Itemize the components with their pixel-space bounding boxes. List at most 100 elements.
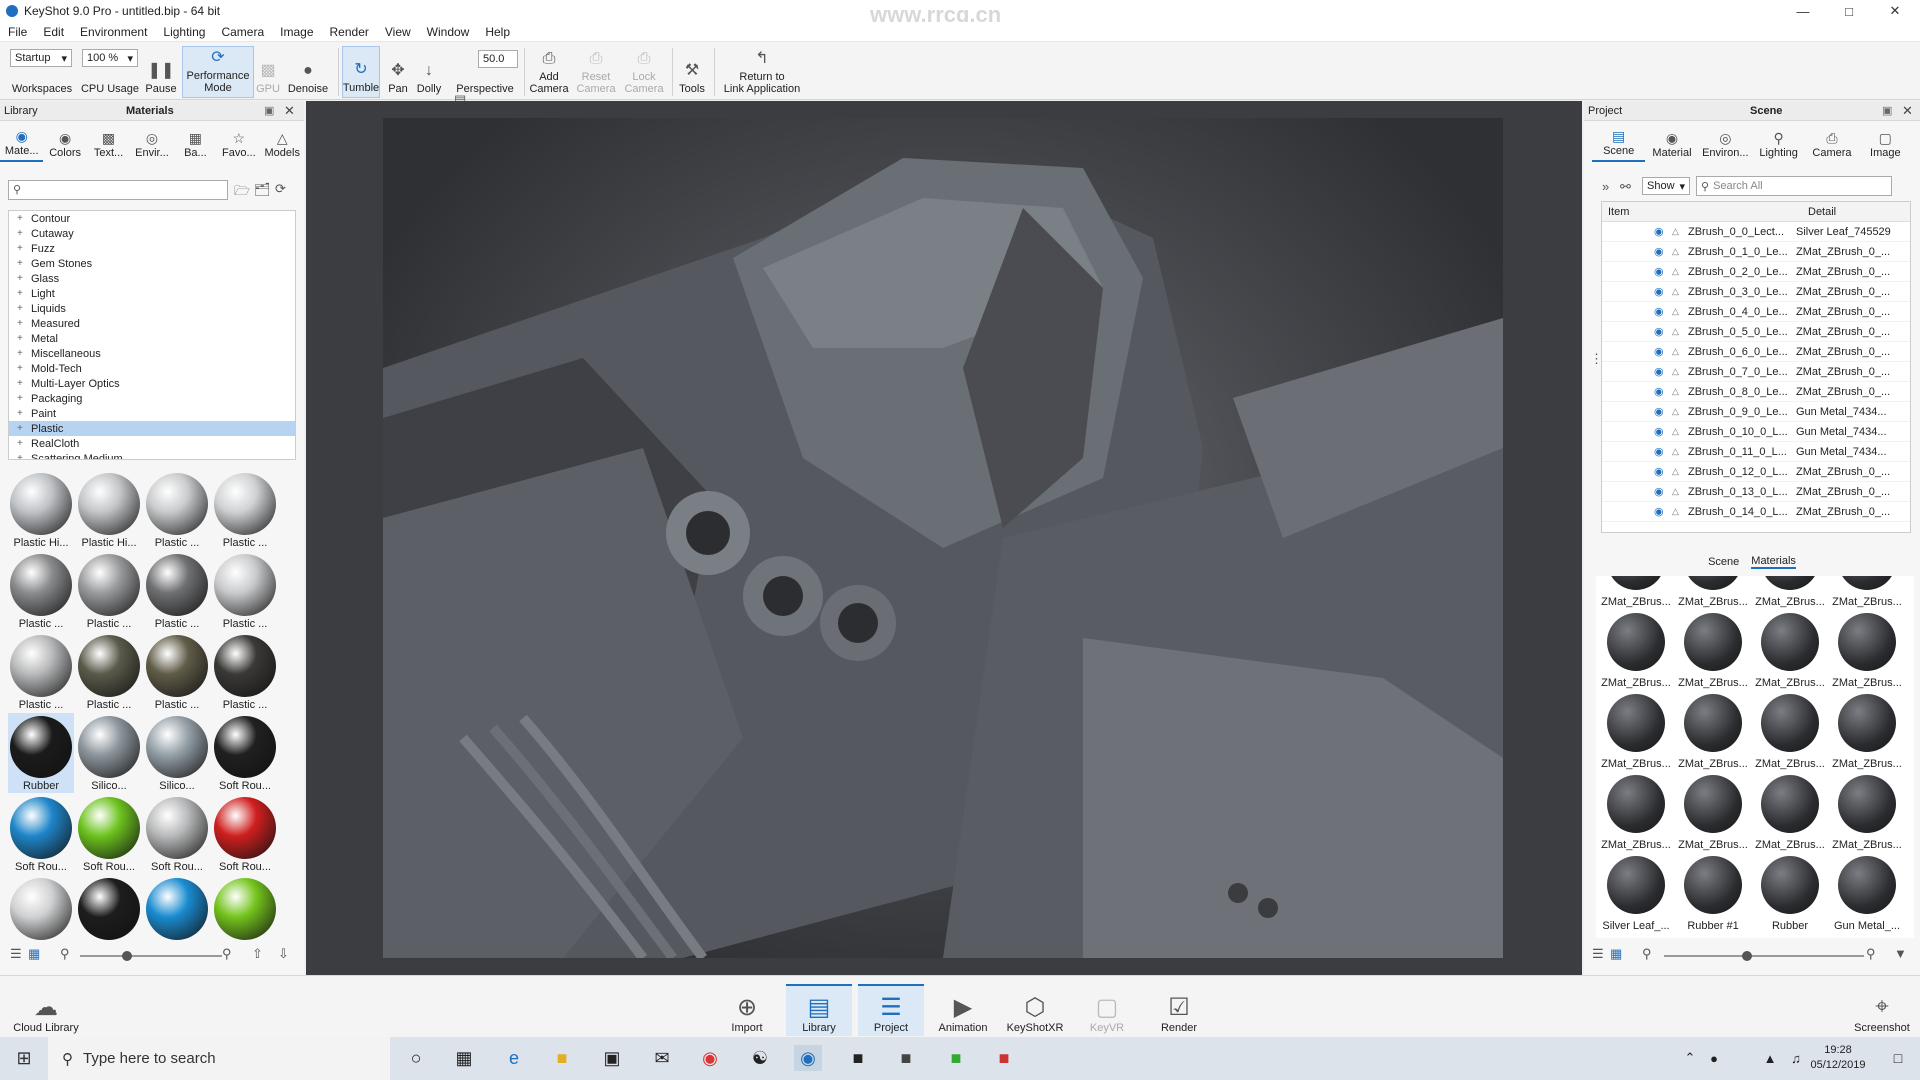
- zoom-out-icon[interactable]: ⚲: [1642, 946, 1652, 962]
- material-thumbnail[interactable]: Plastic ...: [212, 632, 278, 712]
- library-search-input[interactable]: ⚲: [8, 180, 228, 200]
- microphone-icon[interactable]: ●: [1700, 1045, 1728, 1071]
- menu-camera[interactable]: Camera: [213, 25, 272, 39]
- tree-item[interactable]: Contour: [9, 211, 295, 226]
- windows-start-icon[interactable]: ⊞: [10, 1045, 38, 1071]
- material-thumbnail[interactable]: Plastic ...: [8, 632, 74, 712]
- visibility-eye-icon[interactable]: ◉: [1654, 425, 1668, 438]
- mail-icon[interactable]: ✉: [648, 1045, 676, 1071]
- scene-material-thumbnail[interactable]: ZMat_ZBrus...: [1675, 613, 1751, 693]
- filter-icon[interactable]: ⚯: [1620, 179, 1631, 195]
- show-dropdown[interactable]: Show ▾: [1642, 177, 1690, 195]
- tree-item[interactable]: Paint: [9, 406, 295, 421]
- visibility-eye-icon[interactable]: ◉: [1654, 485, 1668, 498]
- tab-backplates[interactable]: ▦ Ba...: [174, 122, 217, 162]
- maximize-button[interactable]: □: [1826, 0, 1872, 22]
- zoom-in-icon[interactable]: ⚲: [222, 946, 232, 962]
- material-thumbnail[interactable]: [76, 875, 142, 940]
- float-icon[interactable]: ▣: [264, 104, 274, 117]
- material-thumbnail[interactable]: Soft Rou...: [76, 794, 142, 874]
- tab-environments[interactable]: ◎ Envir...: [130, 122, 173, 162]
- table-row[interactable]: ◉ △ ZBrush_0_13_0_L... ZMat_ZBrush_0_...: [1602, 482, 1910, 502]
- pan-button[interactable]: ✥ Pan: [384, 46, 412, 98]
- tree-item[interactable]: Measured: [9, 316, 295, 331]
- filter-icon[interactable]: ▼: [1894, 946, 1907, 961]
- scene-material-thumbnail[interactable]: ZMat_ZBrus...: [1598, 576, 1674, 612]
- folder-open-icon[interactable]: 🗂: [254, 182, 271, 198]
- material-thumbnail[interactable]: Plastic ...: [144, 632, 210, 712]
- terminal-icon[interactable]: ■: [844, 1045, 872, 1071]
- table-row[interactable]: ◉ △ ZBrush_0_3_0_Le... ZMat_ZBrush_0_...: [1602, 282, 1910, 302]
- scene-material-thumbnail[interactable]: ZMat_ZBrus...: [1598, 694, 1674, 774]
- table-row[interactable]: ◉ △ ZBrush_0_12_0_L... ZMat_ZBrush_0_...: [1602, 462, 1910, 482]
- visibility-eye-icon[interactable]: ◉: [1654, 305, 1668, 318]
- download-icon[interactable]: ⇩: [278, 946, 289, 962]
- grid-view-icon[interactable]: ▦: [1610, 946, 1622, 962]
- tools-button[interactable]: ⚒ Tools: [676, 46, 708, 98]
- tree-item[interactable]: Light: [9, 286, 295, 301]
- scene-search-input[interactable]: ⚲ Search All: [1696, 176, 1892, 196]
- material-thumbnail[interactable]: Plastic Hi...: [8, 470, 74, 550]
- material-thumbnail[interactable]: Plastic ...: [212, 470, 278, 550]
- visibility-eye-icon[interactable]: ◉: [1654, 445, 1668, 458]
- scene-material-thumbnail[interactable]: Rubber: [1752, 856, 1828, 936]
- tab-colors[interactable]: ◉ Colors: [43, 122, 86, 162]
- tab-material[interactable]: ◉ Material: [1645, 122, 1698, 162]
- minimize-button[interactable]: —: [1780, 0, 1826, 22]
- clock[interactable]: 19:28 05/12/2019: [1800, 1043, 1876, 1073]
- scene-material-thumbnail[interactable]: ZMat_ZBrus...: [1675, 576, 1751, 612]
- project-button[interactable]: ☰ Project: [858, 984, 924, 1036]
- visibility-eye-icon[interactable]: ◉: [1654, 265, 1668, 278]
- scene-material-thumbnail[interactable]: ZMat_ZBrus...: [1598, 613, 1674, 693]
- expand-icon[interactable]: »: [1602, 179, 1609, 194]
- notification-icon[interactable]: □: [1884, 1045, 1912, 1071]
- material-thumbnail[interactable]: Silico...: [144, 713, 210, 793]
- visibility-eye-icon[interactable]: ◉: [1654, 365, 1668, 378]
- visibility-eye-icon[interactable]: ◉: [1654, 285, 1668, 298]
- slider-knob[interactable]: [1742, 951, 1752, 961]
- close-icon[interactable]: ✕: [284, 103, 295, 119]
- visibility-eye-icon[interactable]: ◉: [1654, 325, 1668, 338]
- edge-browser-icon[interactable]: e: [500, 1045, 528, 1071]
- table-row[interactable]: ◉ △ ZBrush_0_7_0_Le... ZMat_ZBrush_0_...: [1602, 362, 1910, 382]
- folder-icon[interactable]: 🗁: [234, 182, 250, 204]
- table-row[interactable]: ◉ △ ZBrush_0_6_0_Le... ZMat_ZBrush_0_...: [1602, 342, 1910, 362]
- material-thumbnail[interactable]: Soft Rou...: [144, 794, 210, 874]
- menu-file[interactable]: File: [0, 25, 35, 39]
- tree-item-selected[interactable]: Plastic: [9, 421, 295, 436]
- material-thumbnail[interactable]: Plastic ...: [144, 470, 210, 550]
- menu-edit[interactable]: Edit: [35, 25, 72, 39]
- tree-item[interactable]: Scattering Medium: [9, 451, 295, 460]
- list-view-icon[interactable]: ☰: [10, 946, 22, 962]
- menu-view[interactable]: View: [377, 25, 419, 39]
- cloud-library-button[interactable]: ☁ Cloud Library: [10, 984, 82, 1036]
- reset-camera-button[interactable]: ⎙ Reset Camera: [574, 46, 618, 98]
- tree-item[interactable]: Liquids: [9, 301, 295, 316]
- tree-item[interactable]: Metal: [9, 331, 295, 346]
- menu-help[interactable]: Help: [477, 25, 518, 39]
- zoom-in-icon[interactable]: ⚲: [1866, 946, 1876, 962]
- table-row[interactable]: ◉ △ ZBrush_0_9_0_Le... Gun Metal_7434...: [1602, 402, 1910, 422]
- tree-item[interactable]: Multi-Layer Optics: [9, 376, 295, 391]
- grid-view-icon[interactable]: ▦: [28, 946, 40, 962]
- material-size-slider[interactable]: [1664, 955, 1864, 957]
- tab-image[interactable]: ▢ Image: [1859, 122, 1912, 162]
- taskbar-search[interactable]: ⚲ Type here to search: [48, 1037, 390, 1080]
- close-button[interactable]: ✕: [1872, 0, 1918, 22]
- app-icon[interactable]: ☯: [746, 1045, 774, 1071]
- tumble-button[interactable]: ↻ Tumble: [342, 46, 380, 98]
- refresh-icon[interactable]: ⟳: [275, 181, 286, 197]
- tree-item[interactable]: RealCloth: [9, 436, 295, 451]
- upload-icon[interactable]: ⇧: [252, 946, 263, 962]
- keyvr-button[interactable]: ▢ KeyVR: [1074, 984, 1140, 1036]
- visibility-eye-icon[interactable]: ◉: [1654, 385, 1668, 398]
- scene-material-thumbnail[interactable]: ZMat_ZBrus...: [1752, 775, 1828, 855]
- thumbnail-size-slider[interactable]: [80, 955, 222, 957]
- keyshot-taskbar-icon[interactable]: ◉: [794, 1045, 822, 1071]
- animation-button[interactable]: ▶ Animation: [930, 984, 996, 1036]
- table-row[interactable]: ◉ △ ZBrush_0_14_0_L... ZMat_ZBrush_0_...: [1602, 502, 1910, 522]
- tree-item[interactable]: Gem Stones: [9, 256, 295, 271]
- tree-item[interactable]: Mold-Tech: [9, 361, 295, 376]
- pause-button[interactable]: ❚❚ Pause: [144, 46, 178, 98]
- menu-image[interactable]: Image: [272, 25, 321, 39]
